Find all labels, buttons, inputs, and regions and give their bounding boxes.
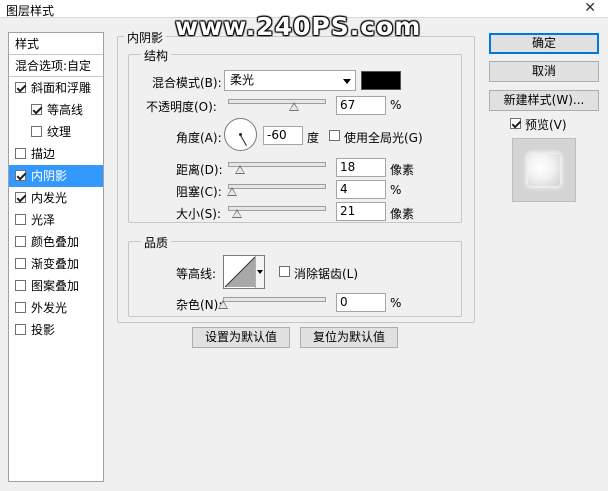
style-list-item-label: 描边 [31,147,56,161]
global-light-label[interactable]: 使用全局光(G) [344,129,423,146]
choke-slider-track[interactable] [228,184,326,189]
style-list-item-label: 外发光 [31,301,68,315]
opacity-slider-thumb[interactable] [288,102,299,111]
close-icon[interactable]: ✕ [584,0,596,16]
style-list-item-label: 内发光 [31,191,68,205]
antialias-checkbox[interactable] [279,266,290,277]
style-list-item[interactable]: 颜色叠加 [9,231,103,253]
chevron-down-icon [343,79,351,84]
inner-shadow-title: 内阴影 [124,29,167,46]
style-list-item[interactable]: 纹理 [9,121,103,143]
style-list-item[interactable]: 等高线 [9,99,103,121]
style-checkbox[interactable] [31,126,42,137]
style-list: 样式 混合选项:自定 斜面和浮雕等高线纹理描边内阴影内发光光泽颜色叠加渐变叠加图… [8,32,104,482]
blend-mode-value: 柔光 [230,73,255,87]
ok-button[interactable]: 确定 [489,33,599,54]
window-title: 图层样式 [6,4,55,18]
noise-unit: % [390,296,402,310]
style-list-item-label: 光泽 [31,213,56,227]
size-unit: 像素 [390,207,415,221]
style-list-item-label: 投影 [31,323,56,337]
opacity-unit: % [390,98,402,112]
opacity-slider-track[interactable] [228,99,326,104]
chevron-down-icon[interactable] [255,256,264,288]
angle-dial[interactable] [224,118,257,151]
noise-input[interactable]: 0 [336,293,386,312]
style-checkbox[interactable] [15,82,26,93]
size-input[interactable]: 21 [336,202,386,221]
choke-slider-thumb[interactable] [226,187,237,196]
contour-label: 等高线: [176,267,217,281]
make-default-button[interactable]: 设置为默认值 [192,327,290,348]
style-checkbox[interactable] [15,302,26,313]
angle-input[interactable]: -60 [263,126,303,145]
watermark-text: www.240PS.com [175,12,422,41]
size-label: 大小(S): [176,207,222,221]
shadow-color-swatch[interactable] [361,71,401,90]
quality-title: 品质 [141,234,172,251]
style-list-item-label: 纹理 [47,125,72,139]
global-light-checkbox[interactable] [329,130,340,141]
opacity-input[interactable]: 67 [336,96,386,115]
style-list-item[interactable]: 投影 [9,319,103,341]
preview-checkbox[interactable] [510,118,521,129]
style-checkbox[interactable] [15,258,26,269]
style-checkbox[interactable] [15,214,26,225]
style-checkbox[interactable] [15,236,26,247]
noise-label: 杂色(N): [176,298,223,312]
style-list-item[interactable]: 外发光 [9,297,103,319]
style-list-item[interactable]: 渐变叠加 [9,253,103,275]
noise-slider-track[interactable] [223,297,326,302]
style-preview [512,138,576,202]
noise-slider-thumb[interactable] [218,300,228,309]
style-list-item[interactable]: 斜面和浮雕 [9,77,103,99]
style-list-item[interactable]: 内阴影 [9,165,103,187]
style-list-item[interactable]: 图案叠加 [9,275,103,297]
style-list-item-label: 颜色叠加 [31,235,80,249]
angle-dial-center [239,133,242,136]
style-list-item-label: 渐变叠加 [31,257,80,271]
style-list-item-label: 图案叠加 [31,279,80,293]
choke-unit: % [390,183,402,197]
cancel-button[interactable]: 取消 [489,61,599,82]
style-list-item-label: 等高线 [47,103,84,117]
distance-unit: 像素 [390,163,415,177]
style-checkbox[interactable] [31,104,42,115]
blend-options-item[interactable]: 混合选项:自定 [9,55,103,77]
size-slider-track[interactable] [228,206,326,211]
angle-label: 角度(A): [176,131,222,145]
style-list-item[interactable]: 光泽 [9,209,103,231]
angle-dial-hand [239,134,247,147]
choke-input[interactable]: 4 [336,180,386,199]
reset-default-button[interactable]: 复位为默认值 [300,327,398,348]
contour-picker[interactable] [223,255,265,289]
style-list-header[interactable]: 样式 [9,33,103,55]
style-checkbox[interactable] [15,324,26,335]
style-list-item-label: 内阴影 [31,169,68,183]
angle-unit: 度 [307,131,320,145]
structure-title: 结构 [141,47,172,64]
distance-input[interactable]: 18 [336,158,386,177]
blend-mode-label: 混合模式(B): [152,76,222,90]
opacity-label: 不透明度(O): [146,100,217,114]
antialias-label[interactable]: 消除锯齿(L) [294,265,358,282]
new-style-button[interactable]: 新建样式(W)... [489,90,599,111]
contour-curve-icon [224,256,256,288]
preview-label[interactable]: 预览(V) [525,116,567,133]
size-slider-thumb[interactable] [231,209,242,218]
style-checkbox[interactable] [15,192,26,203]
distance-label: 距离(D): [176,163,223,177]
style-list-item-label: 斜面和浮雕 [31,81,92,95]
blend-mode-select[interactable]: 柔光 [224,70,356,91]
choke-label: 阻塞(C): [176,185,222,199]
style-checkbox[interactable] [15,148,26,159]
style-checkbox[interactable] [15,170,26,181]
style-list-item[interactable]: 描边 [9,143,103,165]
style-list-item[interactable]: 内发光 [9,187,103,209]
style-preview-swatch [528,154,560,186]
distance-slider-thumb[interactable] [234,165,245,174]
style-checkbox[interactable] [15,280,26,291]
